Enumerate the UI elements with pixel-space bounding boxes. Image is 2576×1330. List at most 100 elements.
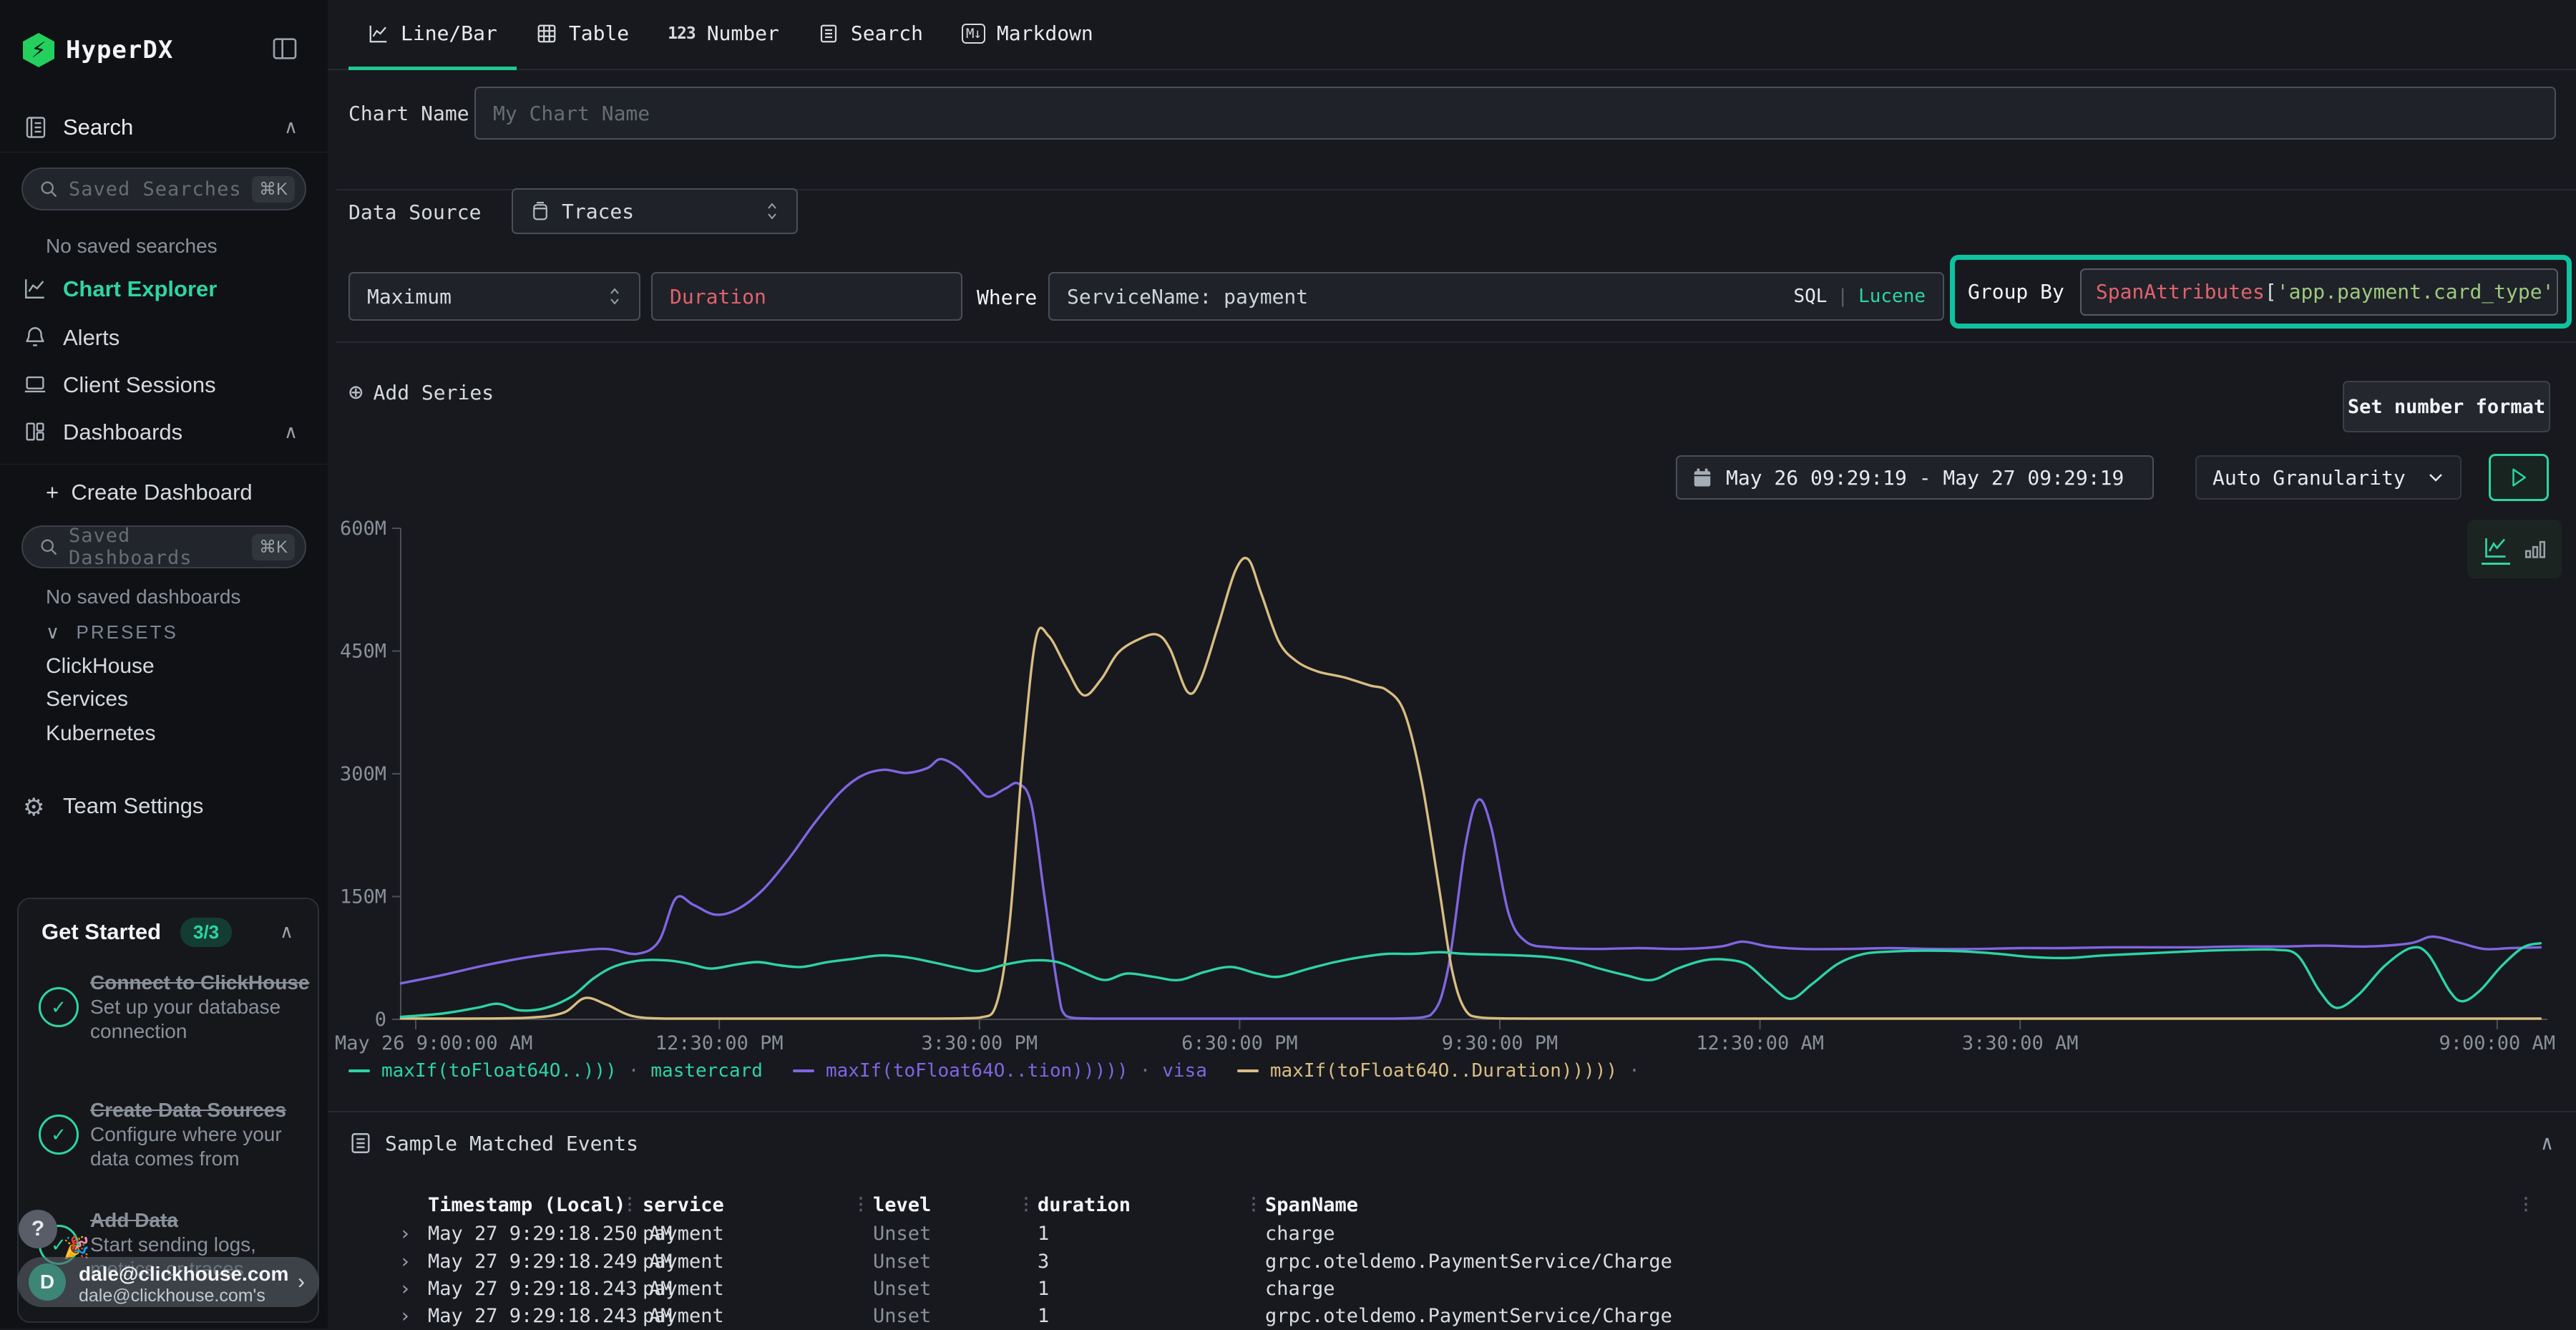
user-org: dale@clickhouse.com's <box>79 1286 265 1306</box>
set-number-format-button[interactable]: Set number format <box>2343 381 2550 432</box>
collapse-sidebar-icon[interactable] <box>270 34 299 63</box>
column-separator-icon[interactable]: ⋮ <box>1245 1194 1262 1214</box>
dashboard-grid-icon <box>23 419 47 444</box>
tab-table[interactable]: Table <box>517 0 648 70</box>
user-menu[interactable]: D dale@clickhouse.com dale@clickhouse.co… <box>17 1257 319 1307</box>
collapse-panel-icon[interactable]: ∧ <box>2541 1131 2553 1155</box>
tab-search[interactable]: Search <box>799 0 942 70</box>
table-row[interactable]: › May 27 9:29:18.243 AM payment Unset 1 … <box>328 1302 2576 1330</box>
sidebar-item-dashboards[interactable]: Dashboards ∧ <box>0 414 328 454</box>
events-panel-title: Sample Matched Events <box>385 1132 638 1155</box>
legend-separator: · <box>1140 1060 1151 1082</box>
chevron-down-icon: ∨ <box>46 621 62 643</box>
legend-formula[interactable]: maxIf(toFloat64O..Duration))))) <box>1270 1060 1617 1082</box>
preset-services[interactable]: Services <box>46 687 128 712</box>
check-circle-icon: ✓ <box>39 987 79 1027</box>
get-started-item[interactable]: ✓ Create Data SourcesConfigure where you… <box>39 1098 311 1171</box>
chart-legend[interactable]: maxIf(toFloat64O..))) · mastercard maxIf(to… <box>348 1055 1659 1087</box>
search-icon <box>39 179 59 199</box>
group-by-highlight: Group By SpanAttributes['app.payment.car… <box>1950 255 2572 329</box>
create-dashboard-button[interactable]: + Create Dashboard <box>0 474 328 514</box>
lucene-mode-button[interactable]: Lucene <box>1858 286 1926 307</box>
brand-row: ⚡ HyperDX <box>0 0 328 93</box>
legend-group-name[interactable]: mastercard <box>650 1060 763 1082</box>
presets-toggle[interactable]: ∨ PRESETS <box>46 621 178 644</box>
help-button[interactable]: ? <box>19 1210 57 1248</box>
data-source-label: Data Source <box>348 200 481 224</box>
legend-separator: · <box>628 1060 640 1082</box>
where-label: Where <box>977 286 1037 309</box>
journal-icon <box>23 115 49 140</box>
column-separator-icon[interactable]: ⋮ <box>852 1194 869 1214</box>
data-source-select[interactable]: Traces <box>512 188 798 234</box>
add-series-button[interactable]: ⊕ Add Series <box>348 377 494 408</box>
group-by-input[interactable]: SpanAttributes['app.payment.card_type'] <box>2080 268 2558 316</box>
get-started-item[interactable]: ✓ Connect to ClickHouseSet up your datab… <box>39 971 311 1044</box>
legend-formula[interactable]: maxIf(toFloat64O..))) <box>381 1060 617 1082</box>
timeseries-chart[interactable] <box>728 528 2576 1019</box>
expand-row-icon[interactable]: › <box>399 1305 411 1327</box>
expand-row-icon[interactable]: › <box>399 1223 411 1245</box>
sidebar: ⚡ HyperDX Search ∧ Saved Searches ⌘K No … <box>0 0 329 1329</box>
chevron-up-icon: ∧ <box>284 116 298 138</box>
gear-icon: ⚙ <box>23 793 47 817</box>
chart-name-input[interactable]: My Chart Name <box>474 87 2556 140</box>
legend-separator: · <box>1629 1060 1640 1082</box>
get-started-title: Get Started <box>42 919 161 945</box>
field-input[interactable]: Duration <box>651 272 962 321</box>
column-separator-icon[interactable]: ⋮ <box>621 1194 638 1214</box>
chevron-up-icon[interactable]: ∧ <box>280 921 293 943</box>
no-saved-dashboards: No saved dashboards <box>46 586 240 608</box>
legend-group-name[interactable]: visa <box>1162 1060 1207 1082</box>
markdown-icon: M↓ <box>962 24 985 44</box>
tab-number[interactable]: 123Number <box>648 0 799 70</box>
divider <box>328 1111 2576 1112</box>
expand-row-icon[interactable]: › <box>399 1278 411 1300</box>
select-chevrons-icon <box>608 286 622 307</box>
list-icon <box>348 1131 373 1155</box>
saved-dashboards-input[interactable]: Saved Dashboards ⌘K <box>21 525 306 568</box>
sidebar-item-chart-explorer[interactable]: Chart Explorer <box>0 271 328 311</box>
sidebar-item-client-sessions[interactable]: Client Sessions <box>0 367 328 407</box>
sidebar-section-search[interactable]: Search ∧ <box>0 115 328 157</box>
table-row[interactable]: › May 27 9:29:18.250 AM payment Unset 1 … <box>328 1220 2576 1248</box>
table-row[interactable]: › May 27 9:29:18.243 AM payment Unset 1 … <box>328 1275 2576 1303</box>
user-email: dale@clickhouse.com <box>79 1263 288 1286</box>
tab-line-bar[interactable]: Line/Bar <box>348 0 517 70</box>
where-query-input[interactable]: ServiceName: payment SQL | Lucene <box>1048 272 1944 321</box>
granularity-select[interactable]: Auto Granularity <box>2195 455 2462 500</box>
legend-swatch <box>1237 1069 1259 1072</box>
column-separator-icon[interactable]: ⋮ <box>1018 1194 1035 1214</box>
events-table-header: Timestamp (Local) ⋮ service ⋮ level ⋮ du… <box>328 1191 2576 1219</box>
legend-formula[interactable]: maxIf(toFloat64O..tion))))) <box>826 1060 1128 1082</box>
date-range-picker[interactable]: May 26 09:29:19 - May 27 09:29:19 <box>1676 455 2154 500</box>
preset-kubernetes[interactable]: Kubernetes <box>46 722 155 746</box>
divider <box>0 464 328 465</box>
sidebar-item-team-settings[interactable]: ⚙ Team Settings <box>0 787 328 827</box>
shortcut-badge: ⌘K <box>252 176 295 203</box>
view-tabbar: Line/Bar Table 123Number Search M↓Markdo… <box>328 0 2576 70</box>
table-row[interactable]: › May 27 9:29:18.249 AM payment Unset 3 … <box>328 1248 2576 1276</box>
tab-markdown[interactable]: M↓Markdown <box>942 0 1113 70</box>
table-grid-icon <box>536 23 557 44</box>
preset-clickhouse[interactable]: ClickHouse <box>46 654 155 679</box>
plus-circle-icon: ⊕ <box>348 378 363 407</box>
laptop-icon <box>23 372 47 397</box>
group-by-label: Group By <box>1968 280 2064 304</box>
table-options-icon[interactable]: ⋮ <box>2517 1194 2534 1214</box>
bell-icon <box>23 325 47 349</box>
sidebar-item-alerts[interactable]: Alerts <box>0 319 328 359</box>
sql-mode-button[interactable]: SQL <box>1793 286 1827 307</box>
get-started-progress-badge: 3/3 <box>180 918 232 947</box>
legend-swatch <box>793 1069 814 1072</box>
run-query-button[interactable] <box>2489 454 2549 501</box>
expand-row-icon[interactable]: › <box>399 1251 411 1273</box>
chevron-up-icon: ∧ <box>284 421 298 443</box>
database-icon <box>530 200 550 222</box>
check-circle-icon: ✓ <box>39 1115 79 1155</box>
aggregation-select[interactable]: Maximum <box>348 272 640 321</box>
legend-swatch <box>348 1069 370 1072</box>
saved-searches-input[interactable]: Saved Searches ⌘K <box>21 168 306 210</box>
divider <box>336 341 2576 343</box>
list-icon <box>818 23 839 44</box>
